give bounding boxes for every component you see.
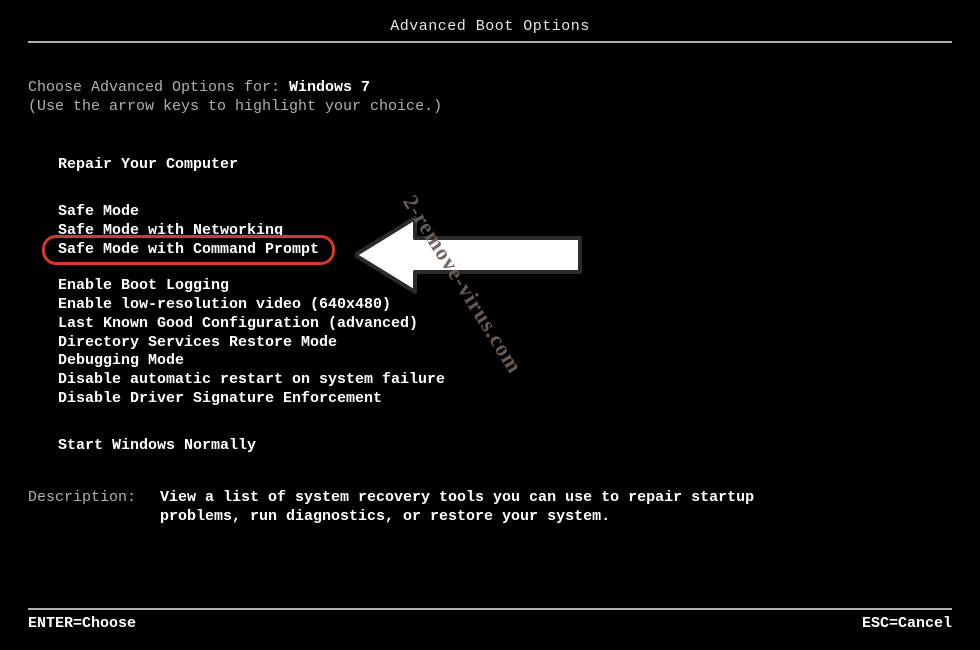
choose-label: Choose Advanced Options for: (28, 79, 289, 96)
option-safe-mode-command-prompt[interactable]: Safe Mode with Command Prompt (52, 241, 325, 260)
footer-rule (28, 608, 952, 610)
option-low-resolution-video[interactable]: Enable low-resolution video (640x480) (52, 296, 397, 315)
description-text: View a list of system recovery tools you… (160, 489, 800, 527)
option-disable-auto-restart[interactable]: Disable automatic restart on system fail… (52, 371, 451, 390)
footer-bar: ENTER=Choose ESC=Cancel (28, 615, 952, 634)
option-safe-mode-networking[interactable]: Safe Mode with Networking (52, 222, 289, 241)
option-enable-boot-logging[interactable]: Enable Boot Logging (52, 277, 235, 296)
option-repair-your-computer[interactable]: Repair Your Computer (52, 156, 244, 175)
choose-prompt: Choose Advanced Options for: Windows 7 (28, 79, 952, 98)
option-disable-driver-sig[interactable]: Disable Driver Signature Enforcement (52, 390, 388, 409)
option-last-known-good-config[interactable]: Last Known Good Configuration (advanced) (52, 315, 424, 334)
boot-options-screen: Advanced Boot Options Choose Advanced Op… (0, 0, 980, 650)
arrow-keys-hint: (Use the arrow keys to highlight your ch… (28, 98, 952, 117)
os-name: Windows 7 (289, 79, 370, 96)
option-debugging-mode[interactable]: Debugging Mode (52, 352, 190, 371)
option-directory-services-restore[interactable]: Directory Services Restore Mode (52, 334, 343, 353)
options-list: Repair Your Computer Safe Mode Safe Mode… (28, 156, 952, 455)
title-rule (28, 41, 952, 43)
description-label: Description: (28, 489, 144, 527)
option-start-windows-normally[interactable]: Start Windows Normally (52, 437, 262, 456)
option-safe-mode[interactable]: Safe Mode (52, 203, 145, 222)
footer-enter-hint: ENTER=Choose (28, 615, 136, 634)
description-block: Description: View a list of system recov… (28, 489, 952, 527)
page-title: Advanced Boot Options (28, 18, 952, 37)
footer-esc-hint: ESC=Cancel (862, 615, 952, 634)
highlighted-option-wrap: Safe Mode with Command Prompt (52, 241, 325, 260)
